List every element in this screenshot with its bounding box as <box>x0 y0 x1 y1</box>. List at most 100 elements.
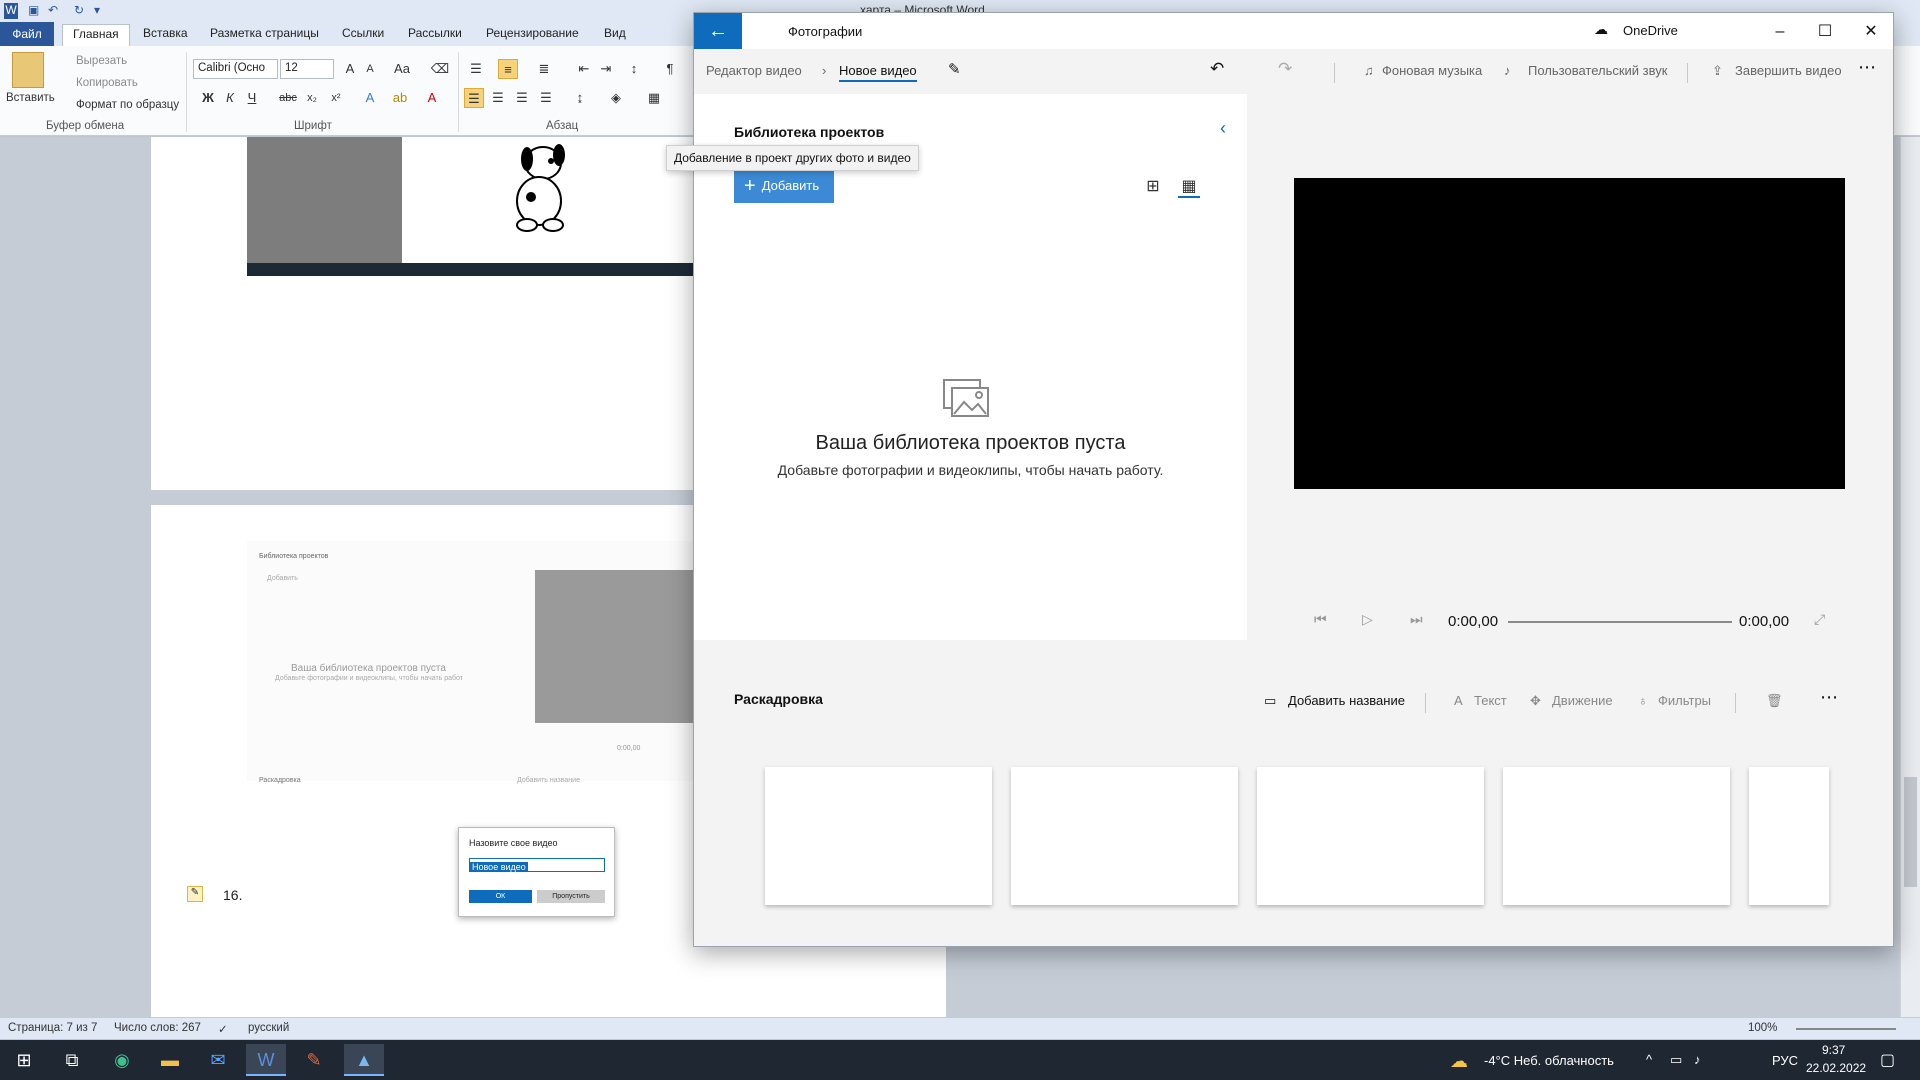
add-media-button[interactable]: + Добавить <box>734 169 834 203</box>
cut-button[interactable]: Вырезать <box>76 55 127 67</box>
breadcrumb-new-video[interactable]: Новое видео <box>839 63 917 82</box>
fullscreen-icon[interactable]: ⤢ <box>1814 611 1825 628</box>
increase-indent-icon[interactable]: ⇥ <box>596 59 616 79</box>
breadcrumb-video-editor[interactable]: Редактор видео <box>706 63 802 78</box>
align-right-icon[interactable]: ☰ <box>512 88 532 108</box>
borders-icon[interactable]: ▦ <box>644 88 664 108</box>
sort-icon[interactable]: ↕ <box>624 59 644 79</box>
weather-text[interactable]: -4°C Неб. облачность <box>1484 1053 1614 1068</box>
input-language[interactable]: РУС <box>1772 1053 1798 1068</box>
shrink-font-icon[interactable]: A <box>360 59 380 79</box>
volume-icon[interactable]: ♪ <box>1694 1052 1701 1067</box>
play-icon[interactable]: ▷ <box>1362 611 1373 628</box>
grid-view-large-icon[interactable]: ⊞ <box>1142 176 1164 198</box>
subscript-icon[interactable]: x₂ <box>302 88 322 108</box>
task-view-icon[interactable]: ⧉ <box>52 1044 92 1076</box>
decrease-indent-icon[interactable]: ⇤ <box>574 59 594 79</box>
shading-icon[interactable]: ◈ <box>606 88 626 108</box>
collapse-chevron-icon[interactable]: ‹ <box>1220 118 1226 139</box>
tab-references[interactable]: Ссылки <box>342 26 384 40</box>
line-spacing-icon[interactable]: ↨ <box>570 88 590 108</box>
storyboard-slot[interactable] <box>1749 767 1829 905</box>
italic-icon[interactable]: К <box>220 88 240 108</box>
delete-icon[interactable]: 🗑 <box>1766 693 1783 709</box>
edge-icon[interactable]: ◉ <box>102 1044 142 1076</box>
text-button[interactable]: Текст <box>1474 693 1507 708</box>
bold-icon[interactable]: Ж <box>198 88 218 108</box>
seek-bar[interactable] <box>1508 621 1732 623</box>
motion-button[interactable]: Движение <box>1552 693 1613 708</box>
undo-icon[interactable]: ↶ <box>1210 59 1224 79</box>
font-name-select[interactable]: Calibri (Осно <box>193 59 278 79</box>
more-options-icon[interactable]: ⋯ <box>1858 57 1876 78</box>
background-music-button[interactable]: Фоновая музыка <box>1382 63 1482 78</box>
zoom-level[interactable]: 100% <box>1748 1022 1777 1034</box>
scrollbar-thumb[interactable] <box>1904 777 1917 887</box>
undo-icon[interactable]: ↶ <box>48 3 58 19</box>
paste-button[interactable]: Вставить <box>6 92 55 104</box>
bullets-icon[interactable]: ☰ <box>466 59 486 79</box>
notifications-icon[interactable]: ▢ <box>1880 1050 1895 1070</box>
word-vertical-scrollbar[interactable] <box>1900 137 1920 1017</box>
tab-home[interactable]: Главная <box>62 24 130 46</box>
storyboard-slot[interactable] <box>1011 767 1238 905</box>
tab-review[interactable]: Рецензирование <box>486 26 579 40</box>
weather-icon[interactable]: ☁ <box>1450 1051 1468 1072</box>
next-frame-icon[interactable]: ⏭ <box>1410 611 1423 628</box>
storyboard-slot[interactable] <box>765 767 992 905</box>
clock-date[interactable]: 22.02.2022 <box>1806 1061 1866 1075</box>
tab-view[interactable]: Вид <box>604 26 626 40</box>
onedrive-icon[interactable]: ☁ <box>1594 21 1608 38</box>
tab-file[interactable]: Файл <box>0 22 54 46</box>
start-icon[interactable]: ⊞ <box>4 1044 44 1076</box>
grid-view-small-icon[interactable]: ▦ <box>1178 176 1200 198</box>
multilevel-list-icon[interactable]: ≣ <box>534 59 554 79</box>
show-hidden-icon[interactable]: ^ <box>1646 1052 1652 1067</box>
highlight-icon[interactable]: ab <box>390 88 410 108</box>
change-case-icon[interactable]: Aa <box>392 59 412 79</box>
clear-format-icon[interactable]: ⌫ <box>430 59 450 79</box>
superscript-icon[interactable]: x² <box>326 88 346 108</box>
numbering-autocorrect-icon[interactable]: ✎ <box>187 886 203 902</box>
video-preview-canvas[interactable] <box>1294 178 1845 489</box>
format-painter-button[interactable]: Формат по образцу <box>76 99 179 111</box>
align-center-icon[interactable]: ☰ <box>488 88 508 108</box>
close-button[interactable]: ✕ <box>1848 19 1893 45</box>
zoom-slider[interactable] <box>1796 1028 1896 1030</box>
show-marks-icon[interactable]: ¶ <box>660 59 680 79</box>
clock-time[interactable]: 9:37 <box>1822 1043 1845 1057</box>
explorer-icon[interactable]: ▬ <box>150 1044 190 1076</box>
page-count[interactable]: Страница: 7 из 7 <box>8 1022 97 1034</box>
numbering-icon[interactable]: ≡ <box>498 59 518 79</box>
copy-button[interactable]: Копировать <box>76 77 138 89</box>
paint-icon[interactable]: ✎ <box>294 1044 334 1076</box>
tab-mailings[interactable]: Рассылки <box>408 26 462 40</box>
font-size-select[interactable]: 12 <box>280 59 334 79</box>
save-icon[interactable]: ▣ <box>28 3 39 19</box>
onedrive-button[interactable]: OneDrive <box>1623 23 1678 38</box>
finish-video-button[interactable]: Завершить видео <box>1735 63 1842 78</box>
word-taskbar-icon[interactable]: W <box>246 1044 286 1076</box>
language-status[interactable]: русский <box>248 1022 289 1034</box>
add-title-card-button[interactable]: Добавить название <box>1288 693 1405 708</box>
strikethrough-icon[interactable]: abc <box>278 88 298 108</box>
tab-page-layout[interactable]: Разметка страницы <box>210 26 319 40</box>
storyboard-slot[interactable] <box>1503 767 1730 905</box>
justify-icon[interactable]: ☰ <box>536 88 556 108</box>
mail-icon[interactable]: ✉ <box>198 1044 238 1076</box>
paste-icon[interactable] <box>12 52 44 88</box>
word-count[interactable]: Число слов: 267 <box>114 1022 201 1034</box>
redo-icon[interactable]: ↷ <box>1278 59 1292 79</box>
rename-pencil-icon[interactable]: ✎ <box>948 60 961 78</box>
filters-button[interactable]: Фильтры <box>1658 693 1711 708</box>
network-icon[interactable]: ▭ <box>1670 1052 1682 1068</box>
redo-icon[interactable]: ↻ <box>74 3 84 19</box>
font-color-icon[interactable]: A <box>422 88 442 108</box>
photos-taskbar-icon[interactable]: ▲ <box>344 1044 384 1076</box>
storyboard-slot[interactable] <box>1257 767 1484 905</box>
underline-icon[interactable]: Ч <box>242 88 262 108</box>
storyboard-more-icon[interactable]: ⋯ <box>1820 687 1838 708</box>
tab-insert[interactable]: Вставка <box>143 26 188 40</box>
minimize-button[interactable]: – <box>1757 19 1803 45</box>
back-button[interactable]: ← <box>694 13 742 49</box>
